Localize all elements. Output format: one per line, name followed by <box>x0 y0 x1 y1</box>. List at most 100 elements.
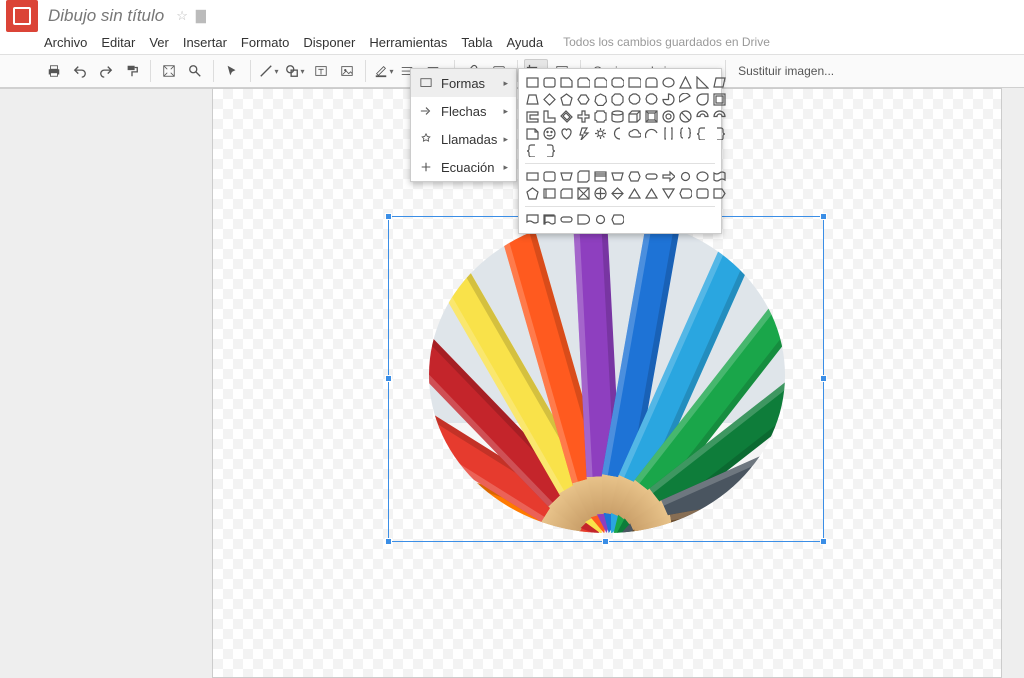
shape-option-moon[interactable] <box>610 126 625 141</box>
shape-option-pent[interactable] <box>559 92 574 107</box>
shape-option-flow1[interactable] <box>559 169 574 184</box>
shape-option-pie[interactable] <box>661 92 676 107</box>
shape-option-plus[interactable] <box>576 109 591 124</box>
shape-option-sun[interactable] <box>593 126 608 141</box>
shape-option-bevel[interactable] <box>644 109 659 124</box>
shape-option-diag[interactable] <box>559 109 574 124</box>
shape-option-delay[interactable] <box>576 212 591 227</box>
image-tool-icon[interactable] <box>335 59 359 83</box>
resize-handle[interactable] <box>820 538 827 545</box>
menu-herramientas[interactable]: Herramientas <box>369 35 447 50</box>
shape-option-tag[interactable] <box>712 186 727 201</box>
shape-option-term[interactable] <box>559 212 574 227</box>
shape-option-hex[interactable] <box>576 92 591 107</box>
shape-option-block[interactable] <box>712 109 727 124</box>
replace-image-button[interactable]: Sustituir imagen... <box>732 64 840 78</box>
folder-icon[interactable]: ▇ <box>196 8 206 24</box>
shape-option-docu[interactable] <box>525 212 540 227</box>
shape-menu-formas[interactable]: Formas ▸ <box>411 69 516 97</box>
shape-option-sort[interactable] <box>610 186 625 201</box>
shape-option-trap[interactable] <box>525 92 540 107</box>
shape-option-tear[interactable] <box>695 92 710 107</box>
shape-option-bolt[interactable] <box>576 126 591 141</box>
shape-option-cube[interactable] <box>627 109 642 124</box>
shape-option-brace2[interactable] <box>678 126 693 141</box>
menu-editar[interactable]: Editar <box>101 35 135 50</box>
shape-option-brackL[interactable] <box>695 126 710 141</box>
shape-option-rtri[interactable] <box>695 75 710 90</box>
shape-option-tri[interactable] <box>678 75 693 90</box>
shape-option-round2[interactable] <box>644 75 659 90</box>
shape-option-rrect[interactable] <box>542 75 557 90</box>
selection-box[interactable] <box>388 216 824 542</box>
shape-menu-ecuacion[interactable]: Ecuación ▸ <box>411 153 516 181</box>
select-tool-icon[interactable] <box>220 59 244 83</box>
resize-handle[interactable] <box>820 213 827 220</box>
menu-disponer[interactable]: Disponer <box>303 35 355 50</box>
undo-icon[interactable] <box>68 59 92 83</box>
shape-tool-icon[interactable]: ▾ <box>283 59 307 83</box>
shape-option-ell[interactable] <box>661 75 676 90</box>
shape-option-dec[interactable] <box>644 92 659 107</box>
shape-option-triU[interactable] <box>627 186 642 201</box>
shape-option-oct[interactable] <box>610 92 625 107</box>
menu-archivo[interactable]: Archivo <box>44 35 87 50</box>
menu-ver[interactable]: Ver <box>149 35 169 50</box>
shape-option-pent[interactable] <box>525 186 540 201</box>
shape-menu-llamadas[interactable]: Llamadas ▸ <box>411 125 516 153</box>
shape-option-round1[interactable] <box>627 75 642 90</box>
menu-insertar[interactable]: Insertar <box>183 35 227 50</box>
shape-option-L[interactable] <box>542 109 557 124</box>
shape-option-ell[interactable] <box>695 169 710 184</box>
resize-handle[interactable] <box>385 375 392 382</box>
shape-option-circS[interactable] <box>678 169 693 184</box>
shape-option-plaque[interactable] <box>593 109 608 124</box>
shape-option-chord[interactable] <box>678 92 693 107</box>
shape-option-hexF[interactable] <box>627 169 642 184</box>
shape-option-disp[interactable] <box>610 212 625 227</box>
shape-option-donut[interactable] <box>661 109 676 124</box>
resize-handle[interactable] <box>385 538 392 545</box>
shape-option-half[interactable] <box>525 109 540 124</box>
shape-option-snip2[interactable] <box>593 75 608 90</box>
shape-option-multi[interactable] <box>542 212 557 227</box>
paint-format-icon[interactable] <box>120 59 144 83</box>
star-icon[interactable]: ☆ <box>176 8 188 24</box>
shape-option-brackL[interactable] <box>525 143 540 158</box>
fit-icon[interactable] <box>157 59 181 83</box>
shape-option-rrect[interactable] <box>542 169 557 184</box>
shape-option-can[interactable] <box>610 109 625 124</box>
shape-option-plusC[interactable] <box>593 186 608 201</box>
document-title[interactable]: Dibujo sin título <box>48 6 164 26</box>
shape-option-nos[interactable] <box>678 109 693 124</box>
shape-option-snipD[interactable] <box>610 75 625 90</box>
shape-option-smile[interactable] <box>542 126 557 141</box>
shape-option-dec[interactable] <box>627 92 642 107</box>
shape-option-circS[interactable] <box>593 212 608 227</box>
shape-option-brackR[interactable] <box>712 126 727 141</box>
resize-handle[interactable] <box>602 538 609 545</box>
textbox-tool-icon[interactable] <box>309 59 333 83</box>
shape-option-brackR[interactable] <box>542 143 557 158</box>
menu-tabla[interactable]: Tabla <box>461 35 492 50</box>
shape-option-rectS[interactable] <box>525 169 540 184</box>
shape-option-fold[interactable] <box>525 126 540 141</box>
zoom-icon[interactable] <box>183 59 207 83</box>
line-color-icon[interactable]: ▾ <box>372 59 396 83</box>
shape-option-rect[interactable] <box>525 75 540 90</box>
selected-image[interactable] <box>429 217 785 533</box>
shape-option-frame[interactable] <box>712 92 727 107</box>
shape-option-card[interactable] <box>559 186 574 201</box>
shape-option-dia[interactable] <box>542 92 557 107</box>
shape-option-flow1[interactable] <box>610 169 625 184</box>
menu-formato[interactable]: Formato <box>241 35 289 50</box>
menu-ayuda[interactable]: Ayuda <box>506 35 543 50</box>
shape-option-para[interactable] <box>712 75 727 90</box>
redo-icon[interactable] <box>94 59 118 83</box>
shape-option-block[interactable] <box>695 109 710 124</box>
resize-handle[interactable] <box>385 213 392 220</box>
shape-option-xbox[interactable] <box>576 186 591 201</box>
resize-handle[interactable] <box>820 375 827 382</box>
shape-option-flag[interactable] <box>542 186 557 201</box>
shape-option-hept[interactable] <box>593 92 608 107</box>
